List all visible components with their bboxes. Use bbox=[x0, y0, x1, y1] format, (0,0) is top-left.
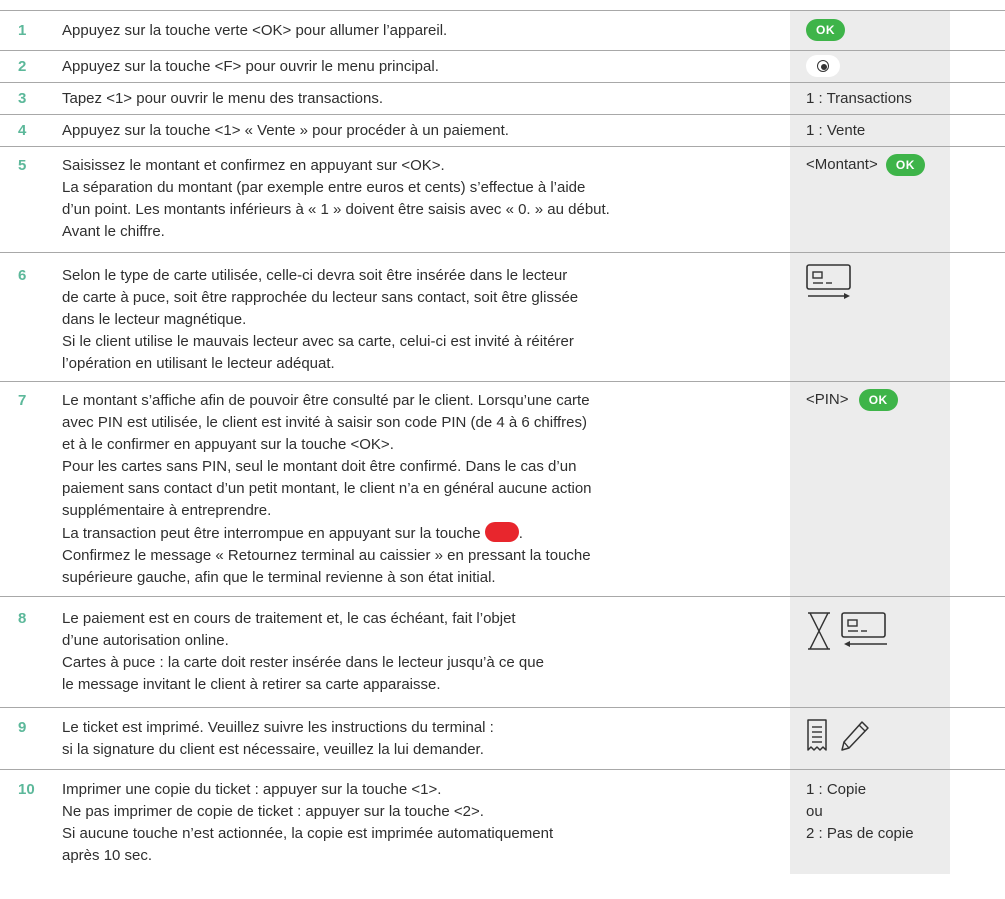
step-line: La transaction peut être interrompue en … bbox=[62, 522, 767, 545]
step-side-panel: 1 : Vente bbox=[790, 115, 950, 146]
step-line: si la signature du client est nécessaire… bbox=[62, 741, 484, 758]
ok-key-icon: OK bbox=[806, 19, 845, 42]
step-row: 7 Le montant s’affiche afin de pouvoir ê… bbox=[0, 382, 1005, 597]
step-row: 3 Tapez <1> pour ouvrir le menu des tran… bbox=[0, 83, 1005, 115]
step-line: après 10 sec. bbox=[62, 847, 153, 864]
step-row: 1 Appuyez sur la touche verte <OK> pour … bbox=[0, 10, 1005, 51]
display-text: 1 : Transactions bbox=[806, 90, 912, 107]
display-text: <Montant> bbox=[806, 156, 878, 173]
step-text: Le paiement est en cours de traitement e… bbox=[62, 608, 767, 696]
display-text: 1 : Vente bbox=[806, 122, 866, 139]
step-side-panel: <PIN> OK bbox=[790, 382, 950, 596]
step-row: 4 Appuyez sur la touche <1> « Vente » po… bbox=[0, 115, 1005, 147]
step-line: Le ticket est imprimé. Veuillez suivre l… bbox=[62, 719, 494, 736]
step-text: Saisissez le montant et confirmez en app… bbox=[62, 155, 767, 243]
step-row: 8 Le paiement est en cours de traitement… bbox=[0, 597, 1005, 708]
step-line: Avant le chiffre. bbox=[62, 223, 165, 240]
step-line: Appuyez sur la touche <F> pour ouvrir le… bbox=[62, 58, 439, 75]
hourglass-icon bbox=[808, 612, 830, 650]
step-line: et à le confirmer en appuyant sur la tou… bbox=[62, 436, 394, 453]
step-side-panel bbox=[790, 708, 950, 769]
step-row: 6 Selon le type de carte utilisée, celle… bbox=[0, 253, 1005, 382]
ok-key-icon: OK bbox=[858, 389, 898, 412]
step-line: Tapez <1> pour ouvrir le menu des transa… bbox=[62, 90, 384, 107]
ok-key-icon: OK bbox=[885, 154, 925, 177]
receipt-icon bbox=[807, 719, 827, 751]
display-text: 1 : Copie bbox=[806, 781, 867, 798]
cancel-instruction-text: La transaction peut être interrompue en … bbox=[62, 525, 481, 542]
step-line: Le paiement est en cours de traitement e… bbox=[62, 610, 516, 627]
step-line: le message invitant le client à retirer … bbox=[62, 676, 441, 693]
step-line: Confirmez le message « Retournez termina… bbox=[62, 547, 591, 564]
step-line: La séparation du montant (par exemple en… bbox=[62, 179, 586, 196]
step-text: Appuyez sur la touche verte <OK> pour al… bbox=[62, 20, 767, 42]
step-line: d’un point. Les montants inférieurs à « … bbox=[62, 201, 610, 218]
step-line: Selon le type de carte utilisée, celle-c… bbox=[62, 267, 568, 284]
step-line: de carte à puce, soit être rapprochée du… bbox=[62, 289, 579, 306]
function-key-icon bbox=[806, 55, 840, 78]
step-side-panel: OK bbox=[790, 11, 950, 50]
step-side-panel: 1 : Copie ou 2 : Pas de copie bbox=[790, 770, 950, 874]
step-number: 7 bbox=[18, 392, 27, 409]
step-row: 2 Appuyez sur la touche <F> pour ouvrir … bbox=[0, 51, 1005, 83]
card-remove-icon bbox=[841, 612, 888, 647]
step-number: 4 bbox=[18, 122, 27, 139]
step-row: 10 Imprimer une copie du ticket : appuye… bbox=[0, 770, 1005, 874]
step-text: Selon le type de carte utilisée, celle-c… bbox=[62, 265, 767, 375]
step-line: supérieure gauche, afin que le terminal … bbox=[62, 569, 496, 586]
display-text: <PIN> bbox=[806, 391, 849, 408]
step-line: Pour les cartes sans PIN, seul le montan… bbox=[62, 458, 577, 475]
step-side-panel: 1 : Transactions bbox=[790, 83, 950, 114]
step-line: Si aucune touche n’est actionnée, la cop… bbox=[62, 825, 554, 842]
step-number: 5 bbox=[18, 157, 27, 174]
step-number: 9 bbox=[18, 719, 27, 736]
step-line: Imprimer une copie du ticket : appuyer s… bbox=[62, 781, 442, 798]
cancel-key-icon bbox=[484, 522, 519, 542]
step-side-panel bbox=[790, 51, 950, 82]
pen-icon bbox=[841, 721, 869, 751]
step-side-panel: <Montant> OK bbox=[790, 147, 950, 252]
step-line: Appuyez sur la touche <1> « Vente » pour… bbox=[62, 122, 509, 139]
step-row: 9 Le ticket est imprimé. Veuillez suivre… bbox=[0, 708, 1005, 770]
step-line: Ne pas imprimer de copie de ticket : app… bbox=[62, 803, 484, 820]
step-line: Si le client utilise le mauvais lecteur … bbox=[62, 333, 574, 350]
cancel-instruction-end: . bbox=[518, 525, 523, 542]
step-number: 6 bbox=[18, 267, 27, 284]
step-side-panel bbox=[790, 597, 950, 707]
display-text: ou bbox=[806, 803, 823, 820]
step-line: l’opération en utilisant le lecteur adéq… bbox=[62, 355, 335, 372]
step-line: paiement sans contact d’un petit montant… bbox=[62, 480, 592, 497]
step-text: Le montant s’affiche afin de pouvoir êtr… bbox=[62, 390, 767, 589]
step-line: dans le lecteur magnétique. bbox=[62, 311, 247, 328]
step-line: Cartes à puce : la carte doit rester ins… bbox=[62, 654, 544, 671]
step-side-panel bbox=[790, 253, 950, 381]
step-text: Appuyez sur la touche <F> pour ouvrir le… bbox=[62, 56, 767, 78]
display-text: 2 : Pas de copie bbox=[806, 825, 914, 842]
step-row: 5 Saisissez le montant et confirmez en a… bbox=[0, 147, 1005, 253]
step-line: avec PIN est utilisée, le client est inv… bbox=[62, 414, 587, 431]
card-insert-icon bbox=[806, 264, 851, 299]
step-text: Imprimer une copie du ticket : appuyer s… bbox=[62, 779, 767, 867]
instruction-table: 1 Appuyez sur la touche verte <OK> pour … bbox=[0, 10, 1005, 874]
step-text: Appuyez sur la touche <1> « Vente » pour… bbox=[62, 120, 767, 142]
step-number: 3 bbox=[18, 90, 27, 107]
step-number: 8 bbox=[18, 610, 27, 627]
step-number: 1 bbox=[18, 22, 27, 39]
step-line: Appuyez sur la touche verte <OK> pour al… bbox=[62, 22, 448, 39]
step-line: Saisissez le montant et confirmez en app… bbox=[62, 157, 445, 174]
step-text: Tapez <1> pour ouvrir le menu des transa… bbox=[62, 88, 767, 110]
step-number: 2 bbox=[18, 58, 27, 75]
step-line: d’une autorisation online. bbox=[62, 632, 229, 649]
step-line: Le montant s’affiche afin de pouvoir êtr… bbox=[62, 392, 590, 409]
step-number: 10 bbox=[18, 781, 35, 798]
step-line: supplémentaire à entreprendre. bbox=[62, 502, 272, 519]
step-text: Le ticket est imprimé. Veuillez suivre l… bbox=[62, 717, 767, 761]
